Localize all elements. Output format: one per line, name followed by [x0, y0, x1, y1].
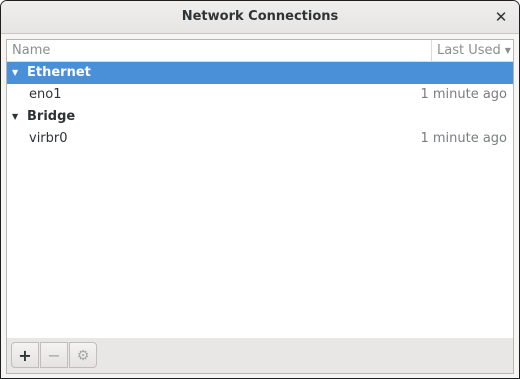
connection-settings-button[interactable]: ⚙: [69, 342, 97, 368]
gear-icon: ⚙: [76, 348, 90, 364]
close-icon: ✕: [494, 8, 508, 26]
remove-connection-button[interactable]: −: [40, 342, 68, 368]
list-toolbar: + − ⚙: [6, 338, 514, 374]
column-header-name[interactable]: Name: [7, 40, 431, 61]
sort-descending-icon: ▼: [504, 46, 511, 55]
connection-list: Name Last Used ▼ ▼ Ethernet eno1 1 minute…: [6, 39, 514, 339]
connection-last-used: 1 minute ago: [420, 87, 507, 102]
connection-name: eno1: [29, 87, 62, 102]
connection-row-virbr0[interactable]: virbr0 1 minute ago: [7, 128, 513, 150]
close-button[interactable]: ✕: [491, 7, 511, 27]
expander-expanded-icon[interactable]: ▼: [12, 62, 22, 84]
network-connections-window: Network Connections ✕ Name Last Used ▼ ▼ …: [0, 0, 520, 379]
connection-row-eno1[interactable]: eno1 1 minute ago: [7, 84, 513, 106]
minus-icon: −: [47, 346, 61, 365]
plus-icon: +: [18, 346, 32, 365]
window-title: Network Connections: [181, 9, 339, 24]
group-label: Ethernet: [27, 65, 91, 80]
group-row-ethernet[interactable]: ▼ Ethernet: [7, 62, 513, 84]
column-header-last-used[interactable]: Last Used ▼: [432, 40, 513, 61]
connection-last-used: 1 minute ago: [420, 131, 507, 146]
connection-name: virbr0: [29, 131, 68, 146]
column-header-name-label: Name: [12, 43, 51, 58]
title-bar: Network Connections ✕: [1, 1, 519, 34]
column-header-last-used-label: Last Used: [437, 43, 501, 58]
group-row-bridge[interactable]: ▼ Bridge: [7, 106, 513, 128]
add-connection-button[interactable]: +: [11, 342, 39, 368]
expander-expanded-icon[interactable]: ▼: [12, 106, 22, 128]
group-label: Bridge: [27, 109, 76, 124]
list-header: Name Last Used ▼: [7, 40, 513, 62]
